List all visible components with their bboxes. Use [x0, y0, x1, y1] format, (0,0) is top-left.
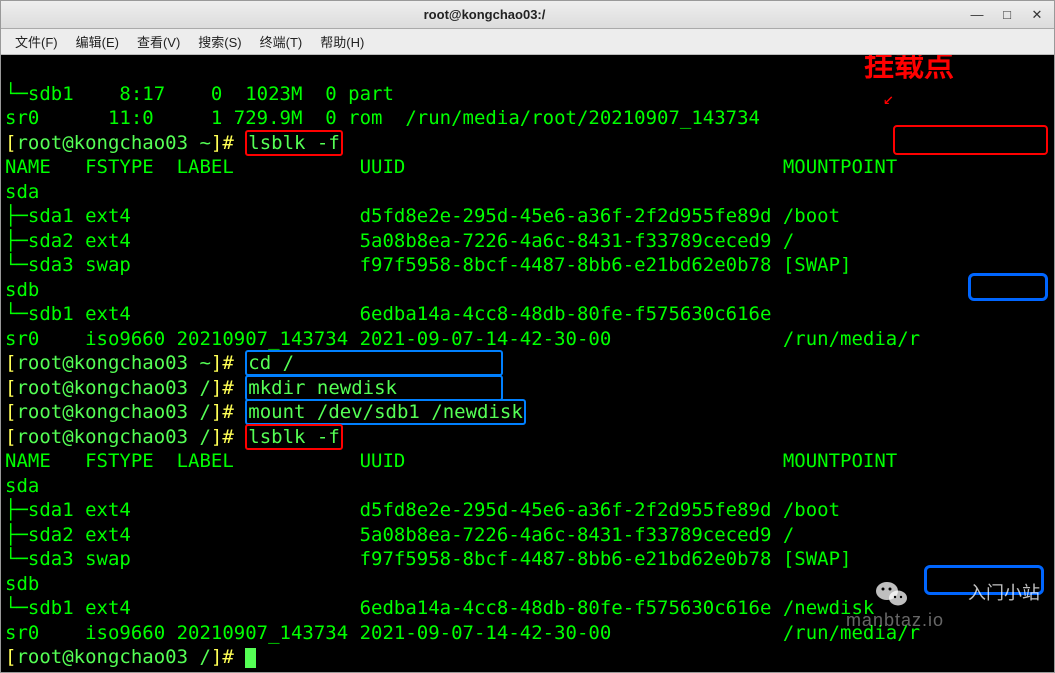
prompt-bracket: [ — [5, 132, 16, 154]
output-line: ├─sda2 ext4 5a08b8ea-7226-4a6c-8431-f337… — [5, 230, 794, 252]
menu-search[interactable]: 搜索(S) — [190, 29, 249, 54]
prompt-bracket: ]# — [211, 646, 234, 668]
wechat-icon — [875, 530, 962, 658]
prompt-bracket: ]# — [211, 377, 234, 399]
output-line: sda — [5, 181, 783, 203]
menu-view[interactable]: 查看(V) — [129, 29, 188, 54]
prompt-user: root@kongchao03 / — [16, 646, 210, 668]
minimize-button[interactable]: — — [968, 7, 986, 22]
prompt-bracket: ]# — [211, 352, 234, 374]
terminal-output[interactable]: └─sdb1 8:17 0 1023M 0 part sr0 11:0 1 72… — [1, 55, 1054, 672]
prompt-user: root@kongchao03 / — [16, 426, 210, 448]
output-line: └─sdb1 ext4 6edba14a-4cc8-48db-80fe-f575… — [5, 597, 874, 619]
highlighted-command-mount: mount /dev/sdb1 /newdisk — [245, 399, 526, 425]
terminal-window: root@kongchao03:/ — □ ✕ 文件(F) 编辑(E) 查看(V… — [0, 0, 1055, 673]
menu-file[interactable]: 文件(F) — [7, 29, 66, 54]
output-line: sr0 iso9660 20210907_143734 2021-09-07-1… — [5, 622, 920, 644]
arrow-icon: ↙ — [883, 87, 894, 112]
titlebar[interactable]: root@kongchao03:/ — □ ✕ — [1, 1, 1054, 29]
prompt-bracket: [ — [5, 426, 16, 448]
highlight-box-empty-mount — [968, 273, 1048, 301]
menu-edit[interactable]: 编辑(E) — [68, 29, 127, 54]
highlighted-command-mkdir: mkdir newdisk — [245, 375, 503, 401]
maximize-button[interactable]: □ — [998, 7, 1016, 22]
wechat-watermark: 入门小站 — [875, 530, 1040, 658]
prompt-bracket: [ — [5, 401, 16, 423]
output-line: sdb — [5, 573, 783, 595]
annotation-mountpoint-label: 挂载点 — [864, 55, 954, 80]
output-line: └─sdb1 ext4 6edba14a-4cc8-48db-80fe-f575… — [5, 303, 783, 325]
close-button[interactable]: ✕ — [1028, 7, 1046, 23]
prompt-user: root@kongchao03 / — [16, 401, 210, 423]
highlight-box-mountpoint-header — [893, 125, 1048, 155]
prompt-bracket: [ — [5, 352, 16, 374]
wechat-label: 入门小站 — [968, 582, 1040, 607]
output-line: sr0 iso9660 20210907_143734 2021-09-07-1… — [5, 328, 920, 350]
window-controls: — □ ✕ — [968, 7, 1054, 23]
prompt-bracket: [ — [5, 646, 16, 668]
prompt-user: root@kongchao03 / — [16, 377, 210, 399]
output-line: └─sdb1 8:17 0 1023M 0 part — [5, 83, 405, 105]
output-line: ├─sda2 ext4 5a08b8ea-7226-4a6c-8431-f337… — [5, 524, 794, 546]
prompt-user: root@kongchao03 ~ — [16, 132, 210, 154]
output-line: sdb — [5, 279, 783, 301]
output-line: ├─sda1 ext4 d5fd8e2e-295d-45e6-a36f-2f2d… — [5, 499, 840, 521]
output-header: NAME FSTYPE LABEL UUID MOUNTPOINT — [5, 450, 897, 472]
menu-terminal[interactable]: 终端(T) — [252, 29, 311, 54]
highlighted-command-lsblk: lsblk -f — [245, 130, 343, 156]
output-line: └─sda3 swap f97f5958-8bcf-4487-8bb6-e21b… — [5, 254, 851, 276]
cursor — [245, 648, 256, 668]
prompt-bracket: ]# — [211, 401, 234, 423]
output-line: ├─sda1 ext4 d5fd8e2e-295d-45e6-a36f-2f2d… — [5, 205, 840, 227]
output-header: NAME FSTYPE LABEL UUID MOUNTPOINT — [5, 156, 897, 178]
window-title: root@kongchao03:/ — [424, 7, 546, 22]
highlighted-command-cd: cd / — [245, 350, 503, 376]
output-line: sda — [5, 475, 783, 497]
output-line: sr0 11:0 1 729.9M 0 rom /run/media/root/… — [5, 107, 760, 129]
prompt-user: root@kongchao03 ~ — [16, 352, 210, 374]
prompt-bracket: [ — [5, 377, 16, 399]
menubar: 文件(F) 编辑(E) 查看(V) 搜索(S) 终端(T) 帮助(H) — [1, 29, 1054, 55]
menu-help[interactable]: 帮助(H) — [312, 29, 372, 54]
prompt-bracket: ]# — [211, 426, 234, 448]
highlighted-command-lsblk2: lsblk -f — [245, 424, 343, 450]
prompt-bracket: ]# — [211, 132, 234, 154]
output-line: └─sda3 swap f97f5958-8bcf-4487-8bb6-e21b… — [5, 548, 851, 570]
